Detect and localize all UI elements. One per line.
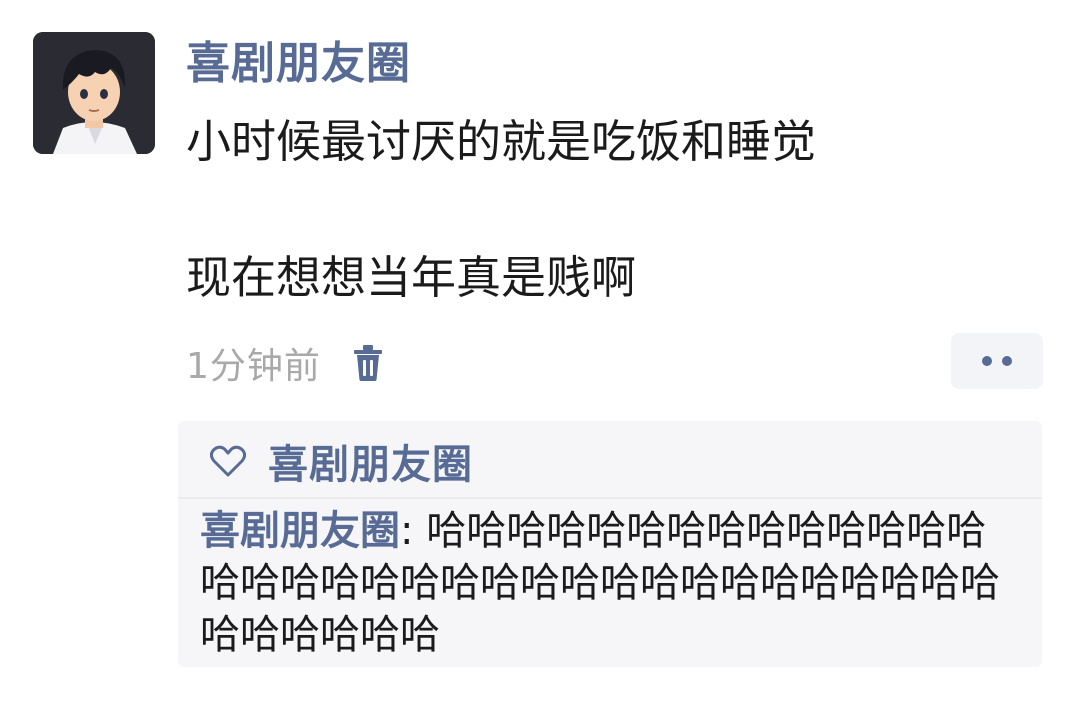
post-text-line-1: 小时候最讨厌的就是吃饭和睡觉 <box>186 115 817 168</box>
more-dots-icon[interactable] <box>951 333 1043 389</box>
avatar[interactable] <box>33 32 155 154</box>
liker-name[interactable]: 喜剧朋友圈 <box>268 432 473 490</box>
post-content: 小时候最讨厌的就是吃饭和睡觉 现在想想当年真是贱啊 <box>186 108 1046 312</box>
comment-author[interactable]: 喜剧朋友圈 <box>200 508 400 554</box>
post-timestamp: 1分钟前 <box>186 346 321 387</box>
moments-post: 喜剧朋友圈 小时候最讨厌的就是吃饭和睡觉 现在想想当年真是贱啊 1分钟前 喜剧朋… <box>0 0 1080 706</box>
anime-boy-avatar-icon <box>33 32 155 154</box>
heart-outline-icon <box>210 443 246 479</box>
divider <box>178 497 1042 499</box>
interaction-panel: 喜剧朋友圈 喜剧朋友圈: 哈哈哈哈哈哈哈哈哈哈哈哈哈哈哈哈哈哈哈哈哈哈哈哈哈哈哈… <box>178 421 1042 667</box>
post-meta: 1分钟前 <box>186 333 387 393</box>
likes-row: 喜剧朋友圈 <box>210 431 473 491</box>
comment-separator: : <box>400 508 427 554</box>
poster-nickname[interactable]: 喜剧朋友圈 <box>186 34 411 94</box>
comment-item[interactable]: 喜剧朋友圈: 哈哈哈哈哈哈哈哈哈哈哈哈哈哈哈哈哈哈哈哈哈哈哈哈哈哈哈哈哈哈哈哈哈… <box>200 505 1020 661</box>
trash-icon[interactable] <box>351 343 387 383</box>
post-text-line-2: 现在想想当年真是贱啊 <box>186 251 637 304</box>
